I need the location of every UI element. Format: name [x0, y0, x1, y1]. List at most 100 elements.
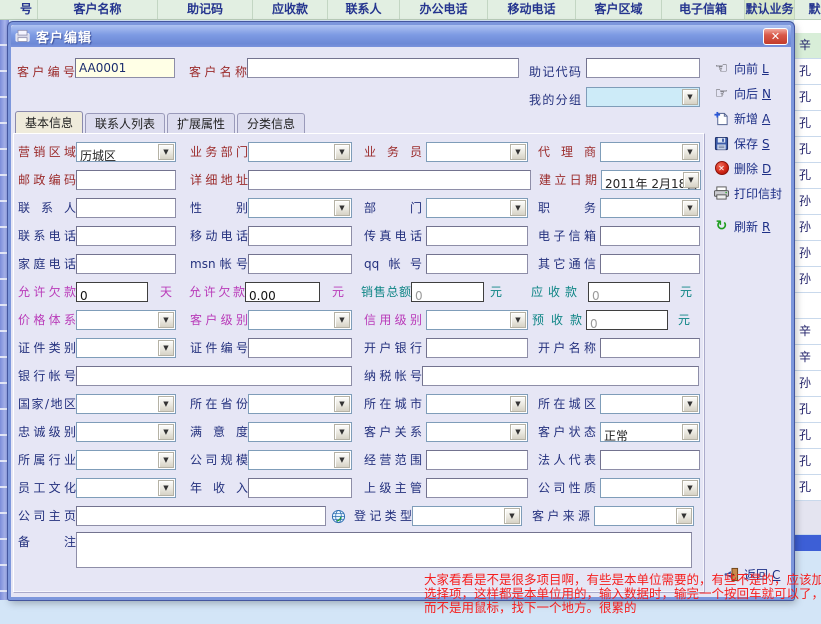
dropdown-arrow-icon[interactable]: ▼: [334, 312, 350, 328]
dropdown-select[interactable]: ▼: [248, 394, 352, 414]
bg-table-row[interactable]: [794, 293, 821, 319]
date-select[interactable]: 2011年 2月18日▼: [601, 170, 701, 190]
dropdown-select[interactable]: ▼: [76, 394, 176, 414]
bg-table-row[interactable]: 孔: [794, 163, 821, 189]
dropdown-arrow-icon[interactable]: ▼: [682, 144, 698, 160]
close-button[interactable]: ✕: [763, 28, 788, 45]
my-group-select[interactable]: ▼: [586, 87, 700, 107]
text-input[interactable]: [76, 506, 326, 526]
tab-contact-list[interactable]: 联系人列表: [85, 113, 165, 133]
text-input[interactable]: [248, 226, 352, 246]
text-input[interactable]: [248, 170, 531, 190]
bg-table-row[interactable]: 孔: [794, 111, 821, 137]
dropdown-select[interactable]: ▼: [248, 310, 352, 330]
notes-textarea[interactable]: [76, 532, 692, 568]
bg-table-row[interactable]: 孙: [794, 241, 821, 267]
dropdown-arrow-icon[interactable]: ▼: [158, 424, 174, 440]
amount-input[interactable]: 0.00: [245, 282, 320, 302]
text-input[interactable]: [426, 338, 528, 358]
dropdown-arrow-icon[interactable]: ▼: [510, 312, 526, 328]
text-input[interactable]: [76, 198, 176, 218]
dropdown-arrow-icon[interactable]: ▼: [682, 424, 698, 440]
dropdown-select[interactable]: ▼: [600, 198, 700, 218]
dropdown-select[interactable]: ▼: [426, 142, 528, 162]
dropdown-arrow-icon[interactable]: ▼: [682, 480, 698, 496]
bg-header-cell[interactable]: 联系人: [328, 0, 400, 20]
dropdown-select[interactable]: ▼: [76, 310, 176, 330]
dropdown-select[interactable]: ▼: [600, 478, 700, 498]
bg-table-row[interactable]: 孙: [794, 371, 821, 397]
dropdown-select[interactable]: ▼: [594, 506, 694, 526]
save-button[interactable]: 保存S: [713, 133, 791, 153]
tab-extended-attrs[interactable]: 扩展属性: [167, 113, 235, 133]
print-envelope-button[interactable]: 打印信封: [713, 183, 791, 203]
bg-table-row[interactable]: 孔: [794, 85, 821, 111]
tab-basic-info[interactable]: 基本信息: [15, 111, 83, 133]
amount-input[interactable]: 0: [76, 282, 148, 302]
dropdown-select[interactable]: ▼: [248, 142, 352, 162]
dropdown-arrow-icon[interactable]: ▼: [682, 200, 698, 216]
bg-header-cell[interactable]: 客户区域: [576, 0, 662, 20]
dropdown-select[interactable]: ▼: [248, 422, 352, 442]
bg-table-row[interactable]: 辛: [794, 345, 821, 371]
customer-id-input[interactable]: AA0001: [75, 58, 175, 78]
mnemonic-input[interactable]: [586, 58, 700, 78]
tab-category-info[interactable]: 分类信息: [237, 113, 305, 133]
text-input[interactable]: [76, 254, 176, 274]
dropdown-arrow-icon[interactable]: ▼: [510, 200, 526, 216]
text-input[interactable]: [426, 226, 528, 246]
dropdown-arrow-icon[interactable]: ▼: [334, 424, 350, 440]
dropdown-arrow-icon[interactable]: ▼: [334, 144, 350, 160]
delete-button[interactable]: ✕删除D: [713, 158, 791, 178]
dropdown-select[interactable]: 历城区▼: [76, 142, 176, 162]
bg-header-cell[interactable]: 号: [0, 0, 38, 20]
customer-name-input[interactable]: [247, 58, 519, 78]
text-input[interactable]: [248, 338, 352, 358]
bg-table-row[interactable]: 孔: [794, 475, 821, 501]
dropdown-select[interactable]: ▼: [426, 310, 528, 330]
bg-table-row[interactable]: 孔: [794, 423, 821, 449]
text-input[interactable]: [426, 478, 528, 498]
bg-table-row[interactable]: 孙: [794, 267, 821, 293]
dropdown-arrow-icon[interactable]: ▼: [682, 89, 698, 105]
text-input[interactable]: [600, 450, 700, 470]
bg-header-cell[interactable]: 电子信箱: [662, 0, 745, 20]
refresh-button[interactable]: ↻刷新R: [713, 216, 791, 236]
bg-header-cell[interactable]: 移动电话: [488, 0, 576, 20]
dropdown-select[interactable]: ▼: [76, 450, 176, 470]
bg-table-row[interactable]: 孙: [794, 215, 821, 241]
dropdown-select[interactable]: ▼: [426, 422, 528, 442]
open-url-globe[interactable]: [330, 508, 346, 524]
bg-header-cell[interactable]: 默: [795, 0, 821, 20]
dropdown-arrow-icon[interactable]: ▼: [158, 312, 174, 328]
dropdown-select[interactable]: ▼: [600, 394, 700, 414]
dropdown-select[interactable]: ▼: [248, 198, 352, 218]
dropdown-arrow-icon[interactable]: ▼: [158, 452, 174, 468]
dropdown-select[interactable]: ▼: [76, 478, 176, 498]
dropdown-select[interactable]: 正常▼: [600, 422, 700, 442]
dropdown-select[interactable]: ▼: [600, 142, 700, 162]
dropdown-arrow-icon[interactable]: ▼: [683, 172, 699, 188]
dropdown-arrow-icon[interactable]: ▼: [334, 452, 350, 468]
text-input[interactable]: [426, 254, 528, 274]
dropdown-arrow-icon[interactable]: ▼: [510, 424, 526, 440]
dropdown-select[interactable]: ▼: [76, 338, 176, 358]
bg-header-cell[interactable]: 办公电话: [400, 0, 488, 20]
bg-header-cell[interactable]: 默认业务: [745, 0, 795, 20]
bg-header-cell[interactable]: 应收款: [253, 0, 328, 20]
dropdown-arrow-icon[interactable]: ▼: [158, 144, 174, 160]
bg-table-row[interactable]: 孔: [794, 59, 821, 85]
text-input[interactable]: [76, 366, 352, 386]
bg-header-cell[interactable]: 助记码: [158, 0, 253, 20]
dropdown-select[interactable]: ▼: [412, 506, 522, 526]
dropdown-arrow-icon[interactable]: ▼: [334, 396, 350, 412]
bg-table-row[interactable]: 辛: [794, 33, 821, 59]
dropdown-arrow-icon[interactable]: ▼: [158, 396, 174, 412]
text-input[interactable]: [426, 450, 528, 470]
text-input[interactable]: [248, 478, 352, 498]
dropdown-arrow-icon[interactable]: ▼: [510, 396, 526, 412]
dropdown-arrow-icon[interactable]: ▼: [334, 200, 350, 216]
dropdown-select[interactable]: ▼: [248, 450, 352, 470]
text-input[interactable]: [600, 338, 700, 358]
text-input[interactable]: [248, 254, 352, 274]
